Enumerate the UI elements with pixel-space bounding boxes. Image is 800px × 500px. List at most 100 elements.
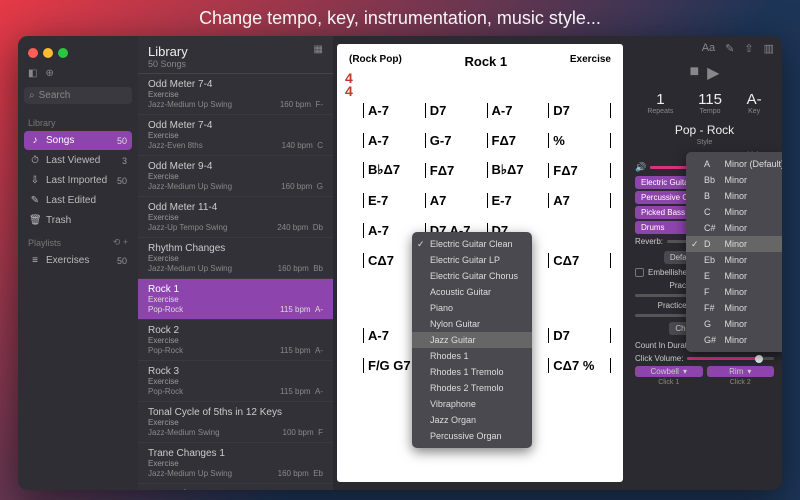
- chord-cell[interactable]: A-7: [487, 103, 549, 118]
- song-row[interactable]: Odd Meter 11-4ExerciseJazz-Up Tempo Swin…: [138, 197, 333, 238]
- playlist-item[interactable]: ≡Exercises50: [24, 251, 132, 270]
- song-row[interactable]: Tonal Cycle of 5ths in 12 KeysExerciseJa…: [138, 402, 333, 443]
- key-menu-item[interactable]: C# Minor: [686, 220, 782, 236]
- sheet-style: (Rock Pop): [349, 54, 402, 69]
- song-row[interactable]: Rock 2ExercisePop-Rock115 bpm A-: [138, 320, 333, 361]
- columns-icon[interactable]: ▥: [764, 42, 774, 55]
- sidebar-item-last-viewed[interactable]: ⏱Last Viewed3: [24, 151, 132, 170]
- nav-count: 50: [117, 136, 127, 146]
- song-row[interactable]: Odd Meter 7-4ExerciseJazz-Medium Up Swin…: [138, 74, 333, 115]
- list-header: Library 50 Songs ▦: [138, 36, 333, 74]
- chord-cell[interactable]: %: [548, 133, 611, 148]
- sidebar-section-playlists: Playlists ⟲ +: [24, 231, 132, 251]
- menu-item[interactable]: Nylon Guitar: [412, 316, 532, 332]
- tempo-readout[interactable]: 115Tempo: [698, 91, 722, 115]
- chord-cell[interactable]: CΔ7 %: [548, 358, 611, 373]
- chord-cell[interactable]: B♭Δ7: [487, 162, 549, 178]
- click1-select[interactable]: Cowbell ▾: [635, 366, 703, 377]
- edit-icon[interactable]: ✎: [725, 42, 734, 55]
- click2-label: Click 2: [730, 379, 751, 386]
- key-menu-item[interactable]: B Minor: [686, 188, 782, 204]
- chord-cell[interactable]: CΔ7: [548, 253, 611, 268]
- menu-item[interactable]: Electric Guitar Chorus: [412, 268, 532, 284]
- sidebar-item-last-imported[interactable]: ⇩Last Imported50: [24, 171, 132, 190]
- menu-item[interactable]: Rhodes 1: [412, 348, 532, 364]
- nav-icon: ⇩: [29, 175, 41, 186]
- menu-item[interactable]: Percussive Organ: [412, 428, 532, 444]
- chord-cell[interactable]: G-7: [425, 133, 487, 148]
- nav-label: Last Edited: [46, 195, 96, 206]
- menu-item[interactable]: ✓Electric Guitar Clean: [412, 236, 532, 252]
- song-row[interactable]: Trane Changes 2ExerciseJazz-Medium Up Sw…: [138, 484, 333, 490]
- sidebar-item-trash[interactable]: 🗑Trash: [24, 211, 132, 230]
- chord-cell[interactable]: B♭Δ7: [363, 162, 425, 178]
- menu-item[interactable]: Jazz Organ: [412, 412, 532, 428]
- nav-label: Last Viewed: [46, 155, 100, 166]
- key-menu-item[interactable]: Bb Minor: [686, 172, 782, 188]
- chord-cell[interactable]: A7: [425, 193, 487, 208]
- chord-cell[interactable]: FΔ7: [425, 163, 487, 178]
- nav-icon: ✎: [29, 195, 41, 206]
- menu-item[interactable]: Rhodes 1 Tremolo: [412, 364, 532, 380]
- key-readout[interactable]: A-Key: [747, 91, 762, 115]
- menu-item[interactable]: Vibraphone: [412, 396, 532, 412]
- chord-cell[interactable]: E-7: [363, 193, 425, 208]
- style-select[interactable]: Pop - Rock: [635, 121, 774, 139]
- menu-item[interactable]: Rhodes 2 Tremolo: [412, 380, 532, 396]
- sidebar-item-songs[interactable]: ♪Songs50: [24, 131, 132, 150]
- chord-cell[interactable]: D7: [425, 103, 487, 118]
- key-menu-item[interactable]: G Minor: [686, 316, 782, 332]
- search-input[interactable]: ⌕ Search: [24, 87, 132, 104]
- chord-cell[interactable]: FΔ7: [487, 133, 549, 148]
- key-menu-item[interactable]: ✓D Minor: [686, 236, 782, 252]
- key-menu-item[interactable]: F Minor: [686, 284, 782, 300]
- menu-item[interactable]: Acoustic Guitar: [412, 284, 532, 300]
- nav-icon: ⏱: [29, 155, 41, 166]
- play-button[interactable]: ▶: [707, 63, 719, 83]
- instrument-menu[interactable]: ✓Electric Guitar CleanElectric Guitar LP…: [412, 232, 532, 448]
- key-menu-item[interactable]: G# Minor: [686, 332, 782, 348]
- key-menu-item[interactable]: C Minor: [686, 204, 782, 220]
- minimize-icon[interactable]: [43, 48, 53, 58]
- song-row[interactable]: Odd Meter 7-4ExerciseJazz-Even 8ths140 b…: [138, 115, 333, 156]
- sidebar-toggle-icon[interactable]: ◧: [28, 68, 37, 79]
- chord-cell[interactable]: D7: [548, 103, 611, 118]
- chord-cell[interactable]: A-7: [363, 133, 425, 148]
- shuffle-icon[interactable]: ⟲ +: [113, 237, 128, 248]
- menu-item[interactable]: Jazz Guitar: [412, 332, 532, 348]
- key-menu-item[interactable]: Eb Minor: [686, 252, 782, 268]
- chord-cell[interactable]: FΔ7: [548, 163, 611, 178]
- song-row[interactable]: Rhythm ChangesExerciseJazz-Medium Up Swi…: [138, 238, 333, 279]
- zoom-icon[interactable]: [58, 48, 68, 58]
- nav-icon: ♪: [29, 135, 41, 146]
- chord-cell[interactable]: D7: [548, 328, 611, 343]
- chord-cell[interactable]: E-7: [487, 193, 549, 208]
- text-size-icon[interactable]: Aa: [702, 42, 715, 55]
- click-volume-slider[interactable]: [687, 357, 774, 360]
- sidebar-item-last-edited[interactable]: ✎ Last Edited: [24, 191, 132, 210]
- song-row[interactable]: Rock 3ExercisePop-Rock115 bpm A-: [138, 361, 333, 402]
- key-menu[interactable]: A Minor (Default)Bb MinorB MinorC MinorC…: [686, 152, 782, 352]
- click2-select[interactable]: Rim ▾: [707, 366, 775, 377]
- clickvol-label: Click Volume:: [635, 354, 683, 363]
- song-row[interactable]: Trane Changes 1ExerciseJazz-Medium Up Sw…: [138, 443, 333, 484]
- chord-cell[interactable]: A-7: [363, 103, 425, 118]
- banner-text: Change tempo, key, instrumentation, musi…: [0, 0, 800, 36]
- song-row[interactable]: Odd Meter 9-4ExerciseJazz-Medium Up Swin…: [138, 156, 333, 197]
- menu-item[interactable]: Electric Guitar LP: [412, 252, 532, 268]
- key-menu-item[interactable]: A Minor (Default): [686, 156, 782, 172]
- repeats-readout[interactable]: 1Repeats: [647, 91, 673, 115]
- key-menu-item[interactable]: F# Minor: [686, 300, 782, 316]
- share-icon[interactable]: ⇧: [744, 42, 753, 55]
- reverb-label: Reverb:: [635, 237, 663, 246]
- grid-icon[interactable]: ▦: [314, 44, 323, 69]
- key-menu-item[interactable]: E Minor: [686, 268, 782, 284]
- click1-label: Click 1: [658, 379, 679, 386]
- globe-icon[interactable]: ⊕: [45, 68, 53, 79]
- menu-item[interactable]: Piano: [412, 300, 532, 316]
- close-icon[interactable]: [28, 48, 38, 58]
- chord-cell[interactable]: A7: [548, 193, 611, 208]
- stop-button[interactable]: ■: [690, 63, 700, 83]
- sidebar: ◧ ⊕ ⌕ Search Library ♪Songs50⏱Last Viewe…: [18, 36, 138, 490]
- song-row[interactable]: Rock 1ExercisePop-Rock115 bpm A-: [138, 279, 333, 320]
